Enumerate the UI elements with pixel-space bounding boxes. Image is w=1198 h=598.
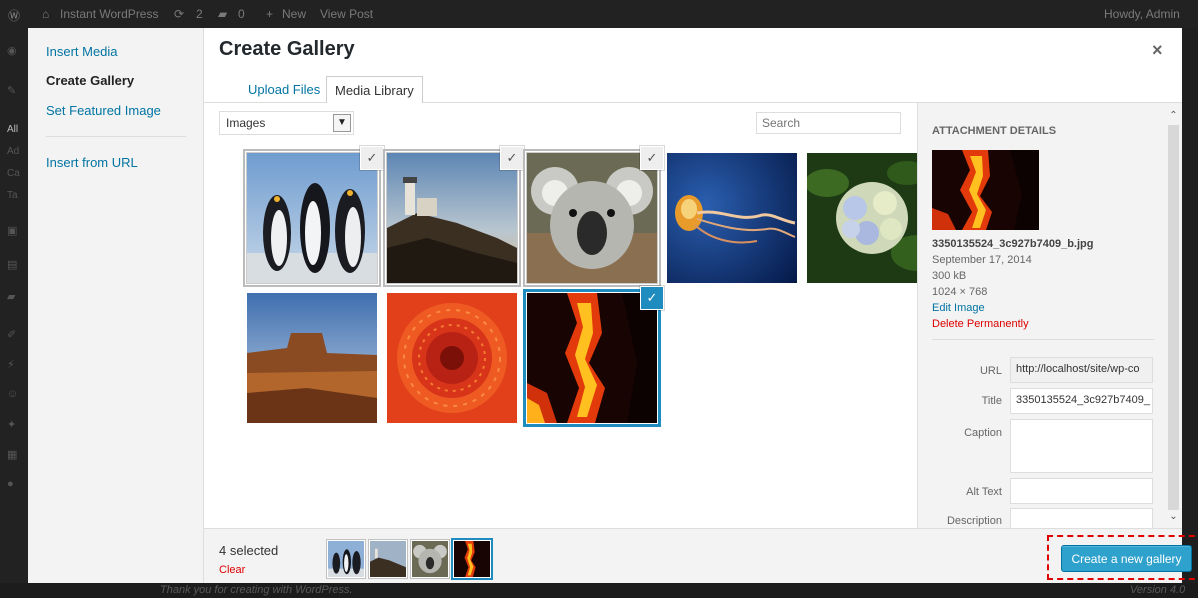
plus-icon: + [266,7,274,21]
dashboard-icon[interactable]: ◉ [7,44,21,58]
details-divider [932,339,1154,340]
updates-icon[interactable]: ⟳ [174,7,184,21]
users-icon[interactable]: ☺ [7,388,21,402]
checkmark-icon[interactable]: ✓ [641,287,663,309]
updates-count: 2 [196,7,203,21]
footer-version: Version 4.0 [1130,584,1186,596]
create-new-gallery-button[interactable]: Create a new gallery [1061,545,1192,572]
checkmark-icon[interactable]: ✓ [641,147,663,169]
menu-item-set-featured-image[interactable]: Set Featured Image [46,103,161,118]
site-name-link[interactable]: Instant WordPress [60,7,158,21]
jellyfish-thumbnail [667,153,797,283]
sidebar-scrollbar[interactable]: ⌃ ⌄ [1165,107,1182,528]
close-icon[interactable]: × [1152,40,1163,61]
url-label: URL [979,365,1002,377]
admin-side-menu: ◉ ✎ All Ad Ca Ta ▣ ▤ ▰ ✐ ⚡ ☺ ✦ ▦ ● [0,28,28,598]
media-icon[interactable]: ▣ [7,224,21,238]
chevron-down-icon[interactable]: ▼ [333,114,351,132]
menu-separator [46,136,186,137]
alt-text-label: Alt Text [966,486,1002,498]
description-field[interactable] [1010,508,1153,528]
menu-letters-ad: Ad [7,146,20,157]
scroll-up-icon[interactable]: ⌃ [1167,109,1180,123]
menu-letters-ca: Ca [7,168,20,179]
details-thumbnail [932,150,1039,230]
howdy-link[interactable]: Howdy, Admin [1104,7,1180,21]
comments-menu-icon[interactable]: ▰ [7,290,21,304]
new-link[interactable]: New [282,7,306,21]
caption-label: Caption [964,427,1002,439]
attachment-fire[interactable]: ✓ [527,287,663,423]
details-filename: 3350135524_3c927b7409_b.jpg [932,238,1094,250]
attachments-browser: Images ▼ ✓ [204,103,937,528]
scrollbar-thumb[interactable] [1168,125,1179,510]
attachment-lighthouse[interactable]: ✓ [387,147,523,283]
media-menu: Insert Media Create Gallery Set Featured… [28,28,204,583]
tab-media-library[interactable]: Media Library [326,76,423,104]
tab-upload-files[interactable]: Upload Files [240,76,328,104]
selection-thumb-fire[interactable] [454,541,490,577]
modal-title: Create Gallery [219,38,355,60]
comments-count: 0 [238,7,245,21]
media-router: Upload Files Media Library [204,68,1182,104]
details-date: September 17, 2014 [932,254,1032,266]
media-type-filter[interactable]: Images ▼ [219,111,354,135]
selection-thumb-lighthouse[interactable] [370,541,406,577]
selection-thumb-koala[interactable] [412,541,448,577]
caption-field[interactable] [1010,419,1153,473]
media-toolbar: 4 selected Clear Create a new gallery [204,528,1198,583]
title-label: Title [981,395,1002,407]
checkmark-icon[interactable]: ✓ [501,147,523,169]
penguins-thumbnail [247,153,377,283]
attachment-penguins[interactable]: ✓ [247,147,383,283]
description-label: Description [946,515,1002,527]
footer-thanks: Thank you for creating with WordPress. [160,584,353,596]
clear-selection-link[interactable]: Clear [219,564,245,576]
attachment-koala[interactable]: ✓ [527,147,663,283]
url-field[interactable]: http://localhost/site/wp-co [1010,357,1153,383]
admin-footer: Thank you for creating with WordPress. V… [0,583,1198,598]
lighthouse-thumbnail [387,153,517,283]
posts-icon[interactable]: ✎ [7,84,21,98]
home-icon: ⌂ [42,7,50,21]
edit-image-link[interactable]: Edit Image [932,302,985,314]
chrysanthemum-thumbnail [387,293,517,423]
attachment-details-heading: ATTACHMENT DETAILS [932,125,1057,137]
view-post-link[interactable]: View Post [320,7,373,21]
koala-thumbnail [527,153,657,283]
attachment-details-sidebar: ATTACHMENT DETAILS 3350135524_3c927b7409… [917,103,1182,528]
scroll-down-icon[interactable]: ⌄ [1167,510,1180,524]
checkmark-icon[interactable]: ✓ [361,147,383,169]
plugins-icon[interactable]: ⚡ [7,358,21,372]
menu-letters-ta: Ta [7,190,18,201]
fire-thumbnail [527,293,657,423]
filter-value: Images [226,116,266,130]
attachment-jellyfish[interactable] [667,153,797,283]
details-filesize: 300 kB [932,270,967,282]
collapse-icon[interactable]: ● [7,478,21,492]
attachment-chrysanthemum[interactable] [387,293,517,423]
comments-icon[interactable]: ▰ [218,7,227,21]
settings-icon[interactable]: ▦ [7,448,21,462]
wordpress-logo-icon[interactable]: Ⓦ [8,7,20,24]
appearance-icon[interactable]: ✐ [7,328,21,342]
selection-count: 4 selected [219,543,279,558]
delete-permanently-link[interactable]: Delete Permanently [932,318,1029,330]
alt-text-field[interactable] [1010,478,1153,504]
menu-letters-all: All [7,124,19,135]
search-input[interactable] [756,112,901,134]
tools-icon[interactable]: ✦ [7,418,21,432]
menu-item-insert-media[interactable]: Insert Media [46,44,118,59]
menu-item-create-gallery[interactable]: Create Gallery [46,73,134,88]
admin-bar: Ⓦ ⌂ Instant WordPress ⟳ 2 ▰ 0 + New View… [0,0,1198,28]
selection-thumb-penguins[interactable] [328,541,364,577]
desert-thumbnail [247,293,377,423]
title-field[interactable]: 3350135524_3c927b7409_ [1010,388,1153,414]
attachment-desert[interactable] [247,293,377,423]
media-modal: Insert Media Create Gallery Set Featured… [28,28,1198,583]
menu-item-insert-from-url[interactable]: Insert from URL [46,155,138,170]
details-dimensions: 1024 × 768 [932,286,988,298]
pages-icon[interactable]: ▤ [7,258,21,272]
